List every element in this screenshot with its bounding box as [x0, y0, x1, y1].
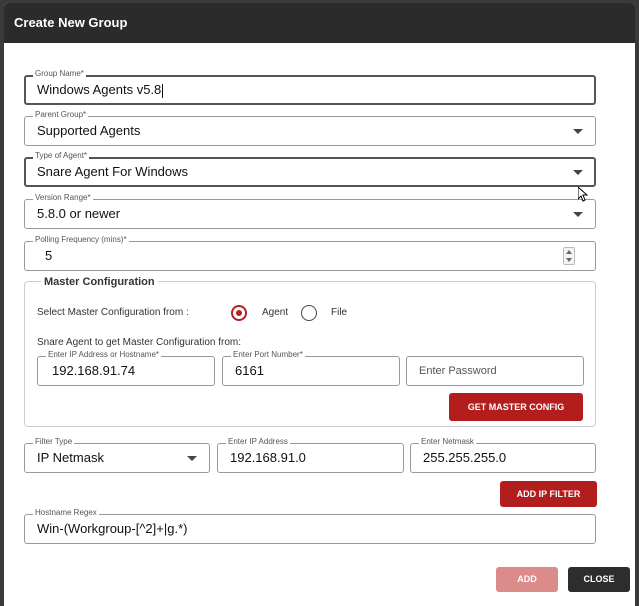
get-master-config-button[interactable]: GET MASTER CONFIG [449, 393, 583, 421]
hostname-regex-value: Win-(Workgroup-[^2]+|g.*) [37, 521, 188, 536]
group-name-value: Windows Agents v5.8 [37, 82, 162, 97]
polling-frequency-value: 5 [45, 248, 53, 263]
filter-ip-value: 192.168.91.0 [230, 450, 306, 465]
password-placeholder: Enter Password [419, 365, 497, 377]
chevron-down-icon [573, 170, 583, 175]
spin-down-icon[interactable] [566, 258, 572, 262]
polling-frequency-field[interactable]: Polling Frequency (mins)* 5 [24, 235, 596, 271]
group-name-field[interactable]: Group Name* Windows Agents v5.8 [24, 69, 596, 105]
spin-up-icon[interactable] [566, 250, 572, 254]
parent-group-value: Supported Agents [37, 123, 141, 138]
agent-type-value: Snare Agent For Windows [37, 164, 189, 179]
add-ip-filter-button[interactable]: ADD IP FILTER [500, 481, 597, 507]
text-cursor [162, 83, 164, 98]
master-port-field[interactable]: Enter Port Number* 6161 [222, 350, 400, 386]
chevron-down-icon [573, 212, 583, 217]
number-spinner[interactable] [563, 247, 575, 265]
master-config-legend: Master Configuration [41, 276, 158, 288]
radio-file-label[interactable]: File [331, 307, 347, 318]
version-range-value: 5.8.0 or newer [37, 206, 121, 221]
parent-group-select[interactable]: Parent Group* Supported Agents [24, 110, 596, 146]
master-ip-field[interactable]: Enter IP Address or Hostname* 192.168.91… [37, 350, 215, 386]
close-button[interactable]: CLOSE [568, 567, 630, 592]
master-password-field[interactable]: Enter Password [406, 356, 584, 386]
radio-agent[interactable] [231, 305, 247, 321]
chevron-down-icon [187, 456, 197, 461]
filter-netmask-value: 255.255.255.0 [423, 450, 507, 465]
filter-netmask-field[interactable]: Enter Netmask 255.255.255.0 [410, 437, 596, 473]
select-master-label: Select Master Configuration from : [37, 307, 189, 318]
radio-dot [236, 310, 242, 316]
dialog-title: Create New Group [4, 3, 635, 43]
filter-ip-field[interactable]: Enter IP Address 192.168.91.0 [217, 437, 404, 473]
version-range-select[interactable]: Version Range* 5.8.0 or newer [24, 193, 596, 229]
filter-type-value: IP Netmask [37, 450, 104, 465]
create-group-dialog: Create New Group Group Name* Windows Age… [4, 3, 635, 606]
hostname-regex-field[interactable]: Hostname Regex Win-(Workgroup-[^2]+|g.*) [24, 508, 596, 544]
chevron-down-icon [573, 129, 583, 134]
radio-file[interactable] [301, 305, 317, 321]
agent-hint: Snare Agent to get Master Configuration … [37, 337, 241, 348]
add-button[interactable]: ADD [496, 567, 558, 592]
filter-type-select[interactable]: Filter Type IP Netmask [24, 437, 210, 473]
radio-agent-label[interactable]: Agent [262, 307, 288, 318]
master-port-value: 6161 [235, 363, 264, 378]
master-ip-value: 192.168.91.74 [52, 363, 136, 378]
mouse-pointer-icon [578, 187, 588, 202]
agent-type-select[interactable]: Type of Agent* Snare Agent For Windows [24, 151, 596, 187]
